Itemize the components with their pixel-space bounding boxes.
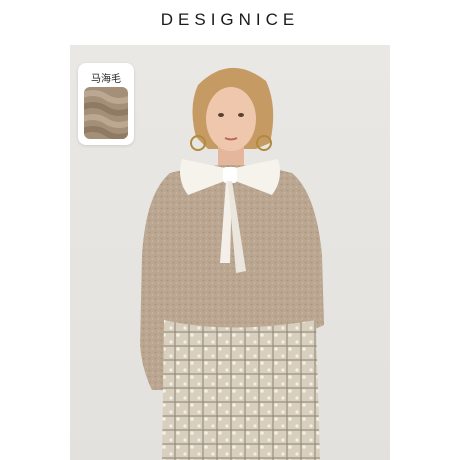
- material-tag: 马海毛: [78, 63, 134, 145]
- brand-logo: DESIGNICE: [160, 10, 300, 29]
- material-tag-label: 马海毛: [91, 74, 121, 85]
- product-page: DESIGNICE 马海毛: [0, 0, 460, 460]
- mohair-swatch-icon: [84, 87, 128, 139]
